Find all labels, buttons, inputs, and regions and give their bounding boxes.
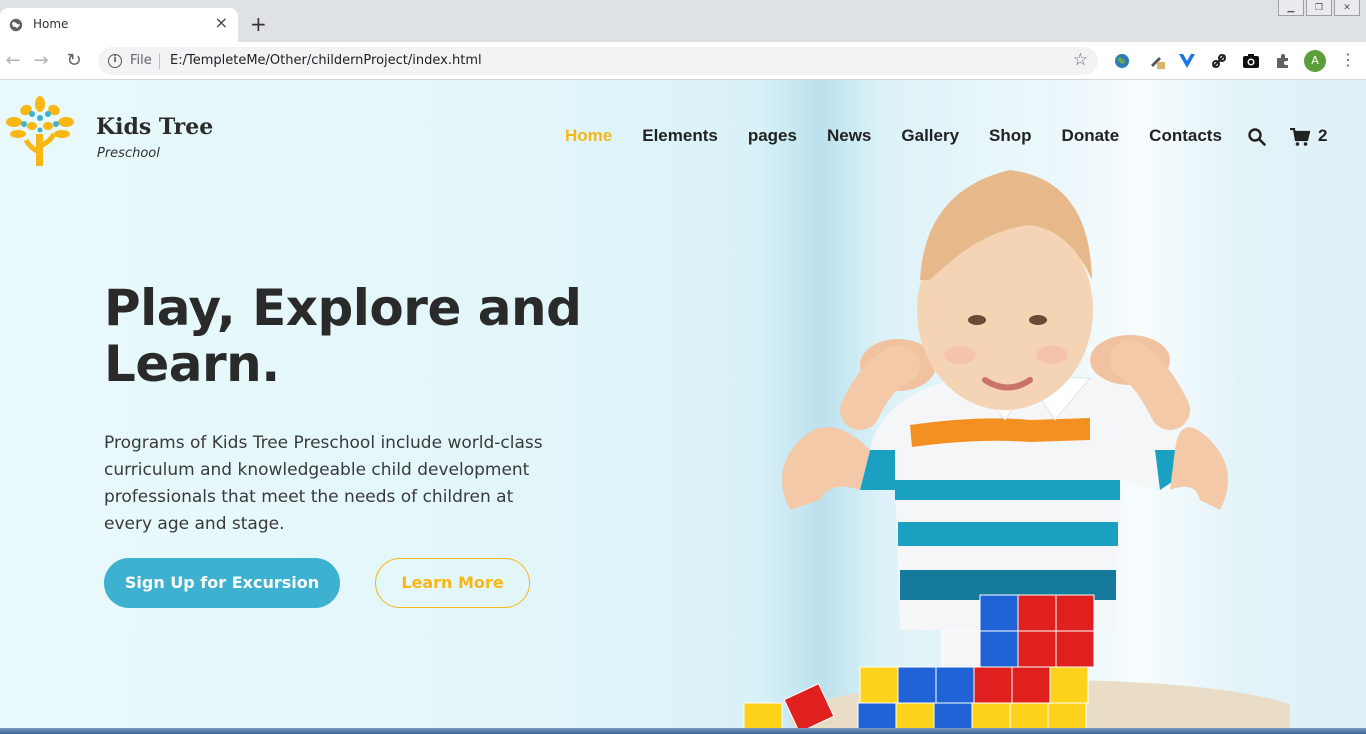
nav-item-shop[interactable]: Shop bbox=[989, 126, 1032, 146]
browser-toolbar: ← → ↻ i File E:/TempleteMe/Other/childer… bbox=[0, 42, 1366, 80]
nav-item-contacts[interactable]: Contacts bbox=[1149, 126, 1222, 146]
window-controls: ▁ ❐ ✕ bbox=[1278, 0, 1360, 16]
learn-more-button[interactable]: Learn More bbox=[375, 558, 530, 608]
browser-menu-icon[interactable]: ⋮ bbox=[1340, 51, 1356, 69]
browser-tab-bar: Home × + ▁ ❐ ✕ bbox=[0, 0, 1366, 42]
omnibox-divider bbox=[159, 53, 160, 69]
puzzle-extension-icon[interactable] bbox=[1274, 52, 1292, 70]
globe-extension-icon[interactable] bbox=[1113, 52, 1131, 70]
bookmark-star-icon[interactable]: ☆ bbox=[1073, 50, 1088, 70]
scheme-label: File bbox=[130, 53, 152, 68]
dropper-extension-icon[interactable] bbox=[1148, 52, 1166, 70]
search-icon[interactable] bbox=[1248, 128, 1266, 146]
vue-extension-icon[interactable] bbox=[1178, 52, 1196, 70]
sign-up-excursion-button[interactable]: Sign Up for Excursion bbox=[104, 558, 340, 608]
nav-item-news[interactable]: News bbox=[827, 126, 871, 146]
os-taskbar bbox=[0, 728, 1366, 734]
nav-item-gallery[interactable]: Gallery bbox=[901, 126, 959, 146]
brand-tagline: Preschool bbox=[97, 146, 160, 161]
camera-extension-icon[interactable] bbox=[1242, 52, 1260, 70]
restore-button[interactable]: ❐ bbox=[1306, 0, 1332, 16]
tab-title: Home bbox=[33, 17, 69, 31]
browser-tab[interactable]: Home × bbox=[0, 8, 238, 42]
profile-avatar[interactable]: A bbox=[1304, 50, 1326, 72]
cart-icon[interactable] bbox=[1290, 128, 1310, 146]
tab-close-icon[interactable]: × bbox=[215, 14, 228, 32]
url-text[interactable]: E:/TempleteMe/Other/childernProject/inde… bbox=[170, 53, 482, 68]
address-bar[interactable]: i File E:/TempleteMe/Other/childernProje… bbox=[98, 47, 1098, 75]
back-button[interactable]: ← bbox=[2, 50, 24, 72]
main-navigation: Home Elements pages News Gallery Shop Do… bbox=[565, 126, 1252, 146]
brand-name[interactable]: Kids Tree bbox=[96, 114, 213, 140]
globe-icon bbox=[9, 18, 23, 32]
nav-item-elements[interactable]: Elements bbox=[642, 126, 718, 146]
reload-button[interactable]: ↻ bbox=[63, 50, 85, 72]
nav-item-pages[interactable]: pages bbox=[748, 126, 797, 146]
close-window-button[interactable]: ✕ bbox=[1334, 0, 1360, 16]
forward-button[interactable]: → bbox=[30, 50, 52, 72]
nav-item-donate[interactable]: Donate bbox=[1062, 126, 1120, 146]
cart-count[interactable]: 2 bbox=[1318, 126, 1327, 146]
link-extension-icon[interactable] bbox=[1210, 52, 1228, 70]
hero-description: Programs of Kids Tree Preschool include … bbox=[104, 433, 543, 534]
kids-tree-logo[interactable] bbox=[4, 96, 76, 168]
info-icon[interactable]: i bbox=[108, 54, 122, 68]
minimize-button[interactable]: ▁ bbox=[1278, 0, 1304, 16]
nav-item-home[interactable]: Home bbox=[565, 126, 612, 146]
new-tab-button[interactable]: + bbox=[250, 14, 267, 34]
hero-section: Kids Tree Preschool Home Elements pages … bbox=[0, 80, 1366, 728]
hero-title: Play, Explore and Learn. bbox=[104, 279, 582, 393]
child-playing-blocks-image bbox=[743, 170, 1290, 728]
